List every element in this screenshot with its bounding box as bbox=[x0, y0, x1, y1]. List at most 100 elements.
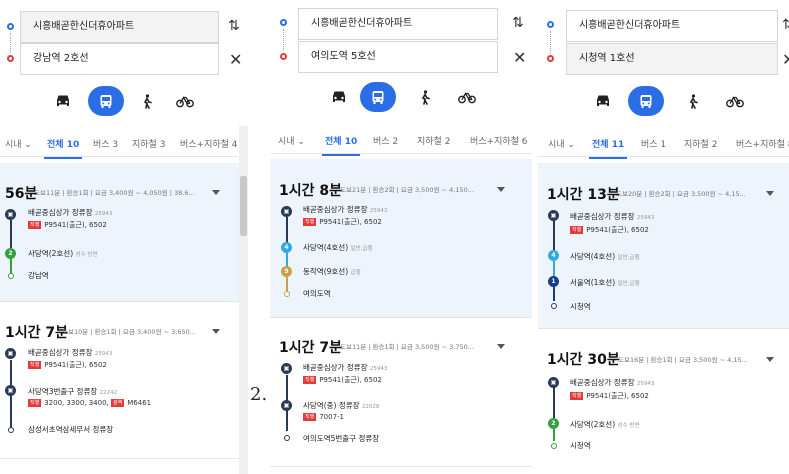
bike-icon[interactable] bbox=[452, 82, 482, 112]
origin-dot-icon bbox=[547, 21, 554, 28]
expand-icon[interactable] bbox=[766, 357, 774, 362]
route-summary: 도보16분 | 환승1회 | 요금 3,500원 ~ 4,15... bbox=[618, 356, 748, 364]
bus-stop-icon: ▣ bbox=[548, 377, 559, 388]
tab-region[interactable]: 시내 ⌄ bbox=[5, 137, 32, 150]
route-card[interactable]: 1시간 13분 도보20분 | 환승2회 | 요금 3,500원 ~ 4,15.… bbox=[538, 163, 789, 328]
tab-all[interactable]: 전체 10 bbox=[43, 137, 83, 159]
origin-input[interactable]: 시흥배곧한신더휴아파트 bbox=[20, 11, 219, 43]
origin-input[interactable]: 시흥배곧한신더휴아파트 bbox=[566, 10, 778, 42]
tab-subway[interactable]: 지하철 2 bbox=[684, 137, 717, 150]
bus-lines: 직행 P9541(출근), 6502 bbox=[570, 392, 649, 400]
walk-icon[interactable] bbox=[132, 86, 162, 116]
destination-marker bbox=[551, 303, 557, 309]
scrollbar-thumb[interactable] bbox=[240, 176, 247, 236]
divider bbox=[0, 301, 248, 302]
bus-segment-line bbox=[553, 387, 555, 418]
line-2-icon: 2 bbox=[5, 248, 16, 259]
bus-stop-icon: ▣ bbox=[281, 206, 292, 217]
scrollbar[interactable] bbox=[239, 126, 248, 474]
origin-input[interactable]: 시흥배곧한신더휴아파트 bbox=[298, 8, 498, 40]
route-card[interactable]: 1시간 7분 도보10분 | 환승1회 | 요금 3,400원 ~ 3,650.… bbox=[0, 310, 248, 450]
subway-segment-line bbox=[553, 261, 555, 277]
subway-segment-line bbox=[553, 429, 555, 441]
route-duration: 1시간 30분 bbox=[547, 352, 620, 368]
expand-icon[interactable] bbox=[497, 187, 505, 192]
route-card[interactable]: 1시간 30분 도보16분 | 환승1회 | 요금 3,500원 ~ 4,15.… bbox=[538, 336, 789, 466]
route-summary: 도보11분 | 환승1회 | 요금 3,400원 ~ 4,050원 | 38.6… bbox=[34, 189, 195, 197]
route-card[interactable]: 56분 도보11분 | 환승1회 | 요금 3,400원 ~ 4,050원 | … bbox=[0, 163, 248, 301]
divider bbox=[270, 317, 532, 318]
route-panel-yeouido: 시흥배곧한신더휴아파트 여의도역 5호선 ⇅ ✕ 시내 ⌄ 전체 10 버스 2… bbox=[270, 0, 532, 474]
tab-subway[interactable]: 지하철 2 bbox=[417, 134, 450, 147]
bike-icon[interactable] bbox=[170, 86, 200, 116]
tab-bus-subway[interactable]: 버스+지하철 4 bbox=[180, 137, 238, 150]
tab-bus[interactable]: 버스 1 bbox=[641, 137, 666, 150]
expand-icon[interactable] bbox=[766, 191, 774, 196]
stop-name: 배곧중심상가 정류장 25943 bbox=[28, 208, 113, 217]
bike-icon[interactable] bbox=[720, 86, 750, 116]
tab-subway[interactable]: 지하철 3 bbox=[132, 137, 165, 150]
bus-lines: 직행 P9541(출근), 6502 bbox=[570, 226, 649, 234]
bus-icon[interactable] bbox=[628, 86, 664, 116]
destination-input[interactable]: 시청역 1호선 bbox=[566, 43, 778, 75]
route-duration: 56분 bbox=[5, 186, 38, 202]
destination-dot-icon bbox=[547, 55, 554, 62]
stop-name: 동작역(9호선) 급행 bbox=[303, 267, 361, 276]
bus-stop-icon: ▣ bbox=[5, 209, 16, 220]
route-summary: 도보10분 | 환승1회 | 요금 3,400원 ~ 3,650... bbox=[62, 328, 196, 336]
route-connector bbox=[10, 33, 11, 53]
close-icon[interactable]: ✕ bbox=[513, 48, 526, 67]
car-icon[interactable] bbox=[324, 82, 354, 112]
walk-icon[interactable] bbox=[410, 82, 440, 112]
origin-dot-icon bbox=[280, 19, 287, 26]
route-panel-gangnam: 시흥배곧한신더휴아파트 강남역 2호선 ⇅ ✕ 시내 ⌄ 전체 10 버스 3 … bbox=[0, 0, 248, 474]
bus-lines: 직행 3200, 3300, 3400, 광역 M6461 bbox=[28, 399, 152, 407]
expand-icon[interactable] bbox=[212, 190, 220, 195]
car-icon[interactable] bbox=[588, 86, 618, 116]
stop-name: 배곧중심상가 정류장 25943 bbox=[303, 205, 388, 214]
car-icon[interactable] bbox=[48, 86, 78, 116]
swap-icon[interactable]: ⇅ bbox=[512, 15, 524, 31]
destination-input[interactable]: 강남역 2호선 bbox=[20, 43, 219, 75]
route-duration: 1시간 7분 bbox=[279, 340, 342, 356]
close-icon[interactable]: ✕ bbox=[229, 50, 242, 69]
tab-region[interactable]: 시내 ⌄ bbox=[548, 137, 575, 150]
bus-icon[interactable] bbox=[88, 86, 124, 116]
route-card[interactable]: 1시간 7분 도보11분 | 환승1회 | 요금 3,500원 ~ 3,750.… bbox=[270, 325, 532, 465]
divider bbox=[0, 458, 248, 459]
destination-input[interactable]: 여의도역 5호선 bbox=[298, 41, 498, 73]
divider bbox=[538, 328, 789, 329]
expand-icon[interactable] bbox=[497, 344, 505, 349]
route-card[interactable]: 1시간 8분 도보21분 | 환승2회 | 요금 3,500원 ~ 4,150.… bbox=[270, 159, 532, 317]
tab-bus[interactable]: 버스 2 bbox=[373, 134, 398, 147]
route-filter-tabs: 시내 ⌄ 전체 11 버스 1 지하철 2 버스+지하철 8 bbox=[538, 131, 789, 159]
tab-bus[interactable]: 버스 3 bbox=[93, 137, 118, 150]
expand-icon[interactable] bbox=[212, 329, 220, 334]
swap-icon[interactable]: ⇅ bbox=[782, 17, 789, 33]
stop-name: 배곧중심상가 정류장 25943 bbox=[570, 212, 655, 221]
tab-bus-subway[interactable]: 버스+지하철 8 bbox=[736, 137, 789, 150]
tab-all[interactable]: 전체 10 bbox=[321, 134, 361, 156]
destination-dot-icon bbox=[7, 55, 14, 62]
subway-segment-line bbox=[10, 258, 12, 274]
route-connector bbox=[283, 29, 284, 51]
tab-bus-subway[interactable]: 버스+지하철 6 bbox=[470, 134, 528, 147]
route-connector bbox=[550, 31, 551, 53]
bus-icon[interactable] bbox=[360, 82, 396, 112]
subway-segment-line bbox=[286, 277, 288, 291]
stop-name: 서울역(1호선) 일반,급행 bbox=[570, 278, 640, 287]
stop-name: 사당역3번출구 정류장 22242 bbox=[28, 387, 118, 396]
destination-dot-icon bbox=[280, 53, 287, 60]
swap-icon[interactable]: ⇅ bbox=[228, 18, 240, 34]
route-panel-cityhall: 시흥배곧한신더휴아파트 시청역 1호선 ⇅ ✕ 시내 ⌄ 전체 11 버스 1 … bbox=[538, 0, 789, 474]
close-icon[interactable]: ✕ bbox=[782, 50, 789, 69]
route-summary: 도보20분 | 환승2회 | 요금 3,500원 ~ 4,15... bbox=[616, 190, 746, 198]
walk-icon[interactable] bbox=[678, 86, 708, 116]
figure-number: 2. bbox=[250, 384, 268, 405]
transport-mode-bar bbox=[324, 82, 494, 112]
line-9-icon: 9 bbox=[281, 266, 292, 277]
origin-dot-icon bbox=[7, 23, 14, 30]
stop-name: 사당역(2호선) 성수 방면 bbox=[570, 420, 640, 429]
tab-all[interactable]: 전체 11 bbox=[588, 137, 628, 159]
tab-region[interactable]: 시내 ⌄ bbox=[278, 134, 305, 147]
